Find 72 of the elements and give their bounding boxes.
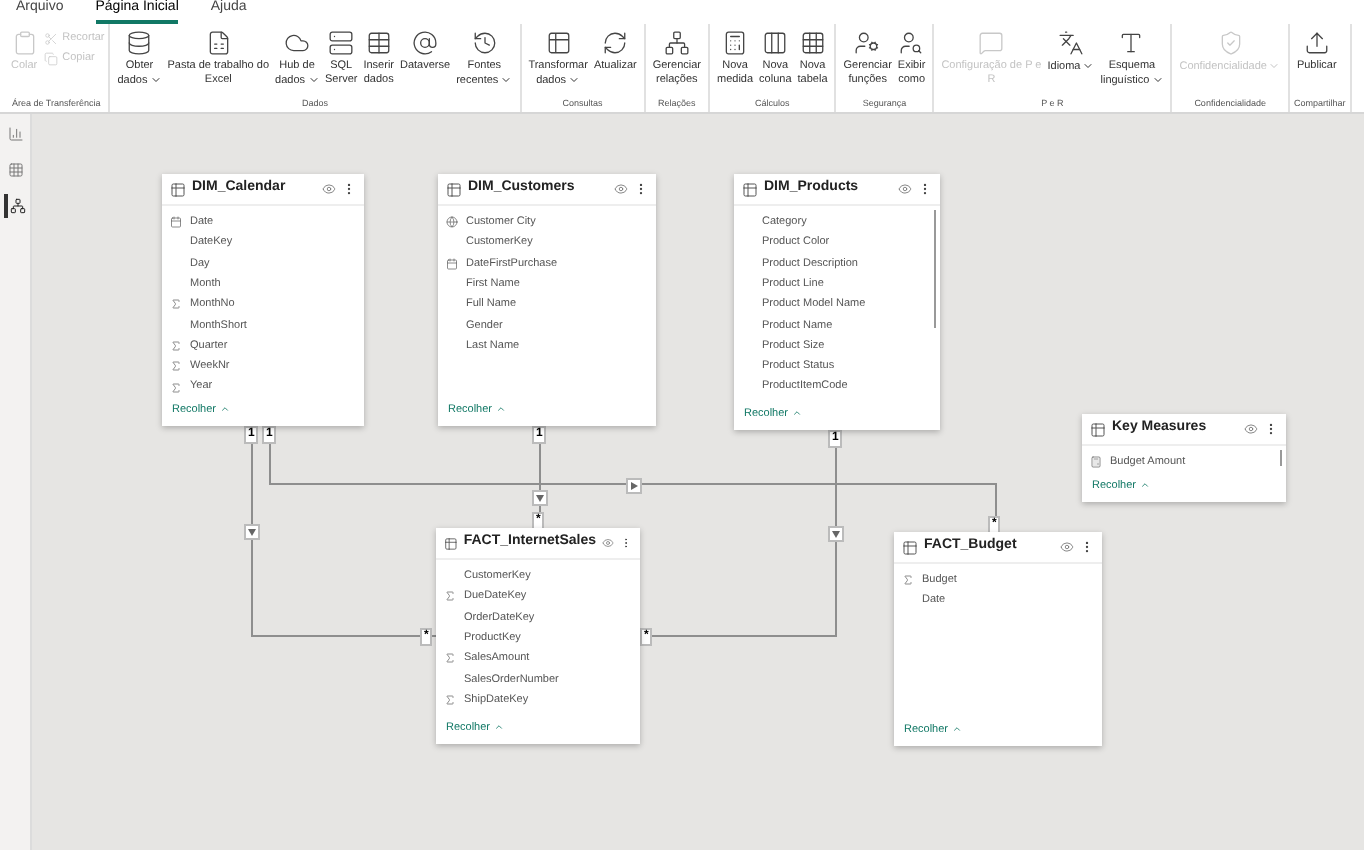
caret-icon — [307, 74, 320, 86]
eye-icon[interactable] — [614, 182, 628, 196]
calendar-icon — [446, 257, 458, 270]
calendar-icon — [170, 216, 182, 229]
copy-icon — [44, 52, 59, 66]
caret-icon — [496, 404, 507, 415]
calculator-icon — [1090, 456, 1102, 469]
shield-icon — [1217, 30, 1244, 56]
sigma-icon — [170, 298, 182, 311]
filter-direction-icon — [828, 526, 844, 542]
user-search-icon — [898, 30, 925, 56]
caret-icon — [220, 404, 231, 415]
eye-icon[interactable] — [322, 182, 336, 196]
more-icon[interactable] — [634, 182, 648, 196]
eye-icon[interactable] — [1060, 540, 1074, 554]
table-view-icon — [7, 162, 23, 178]
sigma-icon — [444, 693, 456, 706]
caret-icon — [568, 74, 581, 86]
caret-icon — [952, 724, 963, 735]
eye-icon[interactable] — [1244, 422, 1258, 436]
sigma-icon — [902, 574, 914, 587]
network-icon — [663, 30, 690, 56]
sigma-icon — [444, 652, 456, 665]
refresh-icon — [602, 30, 629, 56]
user-gear-icon — [854, 30, 881, 56]
at-sign-icon — [412, 30, 439, 56]
caret-icon — [500, 74, 513, 86]
table-icon — [902, 539, 918, 555]
sigma-icon — [444, 590, 456, 603]
history-icon — [471, 30, 498, 56]
scrollbar[interactable] — [933, 210, 936, 328]
clipboard-icon — [11, 30, 38, 56]
more-icon[interactable] — [1080, 540, 1094, 554]
columns-icon — [762, 30, 789, 56]
model-view-icon — [9, 198, 25, 214]
language-icon — [1057, 30, 1084, 56]
report-view-icon — [7, 126, 23, 142]
cloud-icon — [284, 30, 311, 56]
chat-icon — [978, 30, 1005, 56]
globe-icon — [446, 216, 458, 229]
caret-icon — [1140, 480, 1151, 491]
caret-icon — [494, 722, 505, 733]
scrollbar[interactable] — [1279, 450, 1282, 467]
scissors-icon — [44, 32, 59, 46]
view-button[interactable] — [3, 194, 27, 218]
server-icon — [328, 30, 355, 56]
eye-icon[interactable] — [898, 182, 912, 196]
table-icon — [444, 535, 458, 551]
table-icon — [742, 181, 758, 197]
upload-icon — [1303, 30, 1330, 56]
caret-icon — [1268, 60, 1281, 72]
table-icon — [170, 181, 186, 197]
filter-direction-icon — [626, 478, 642, 494]
more-icon[interactable] — [918, 182, 932, 196]
more-icon[interactable] — [342, 182, 356, 196]
table-icon — [1090, 421, 1106, 437]
caret-icon — [792, 408, 803, 419]
spreadsheet-icon — [205, 30, 232, 56]
caret-icon — [1082, 60, 1095, 72]
filter-direction-icon — [532, 490, 548, 506]
caret-icon — [1151, 74, 1164, 86]
grid-icon — [799, 30, 826, 56]
filter-direction-icon — [244, 524, 260, 540]
table-icon — [446, 181, 462, 197]
letter-icon — [1118, 30, 1145, 56]
table-icon — [545, 30, 572, 56]
calculator-icon — [722, 30, 749, 56]
more-icon[interactable] — [1264, 422, 1278, 436]
eye-icon[interactable] — [602, 536, 614, 550]
table-icon — [365, 30, 392, 56]
database-icon — [126, 30, 153, 56]
caret-icon — [149, 74, 162, 86]
